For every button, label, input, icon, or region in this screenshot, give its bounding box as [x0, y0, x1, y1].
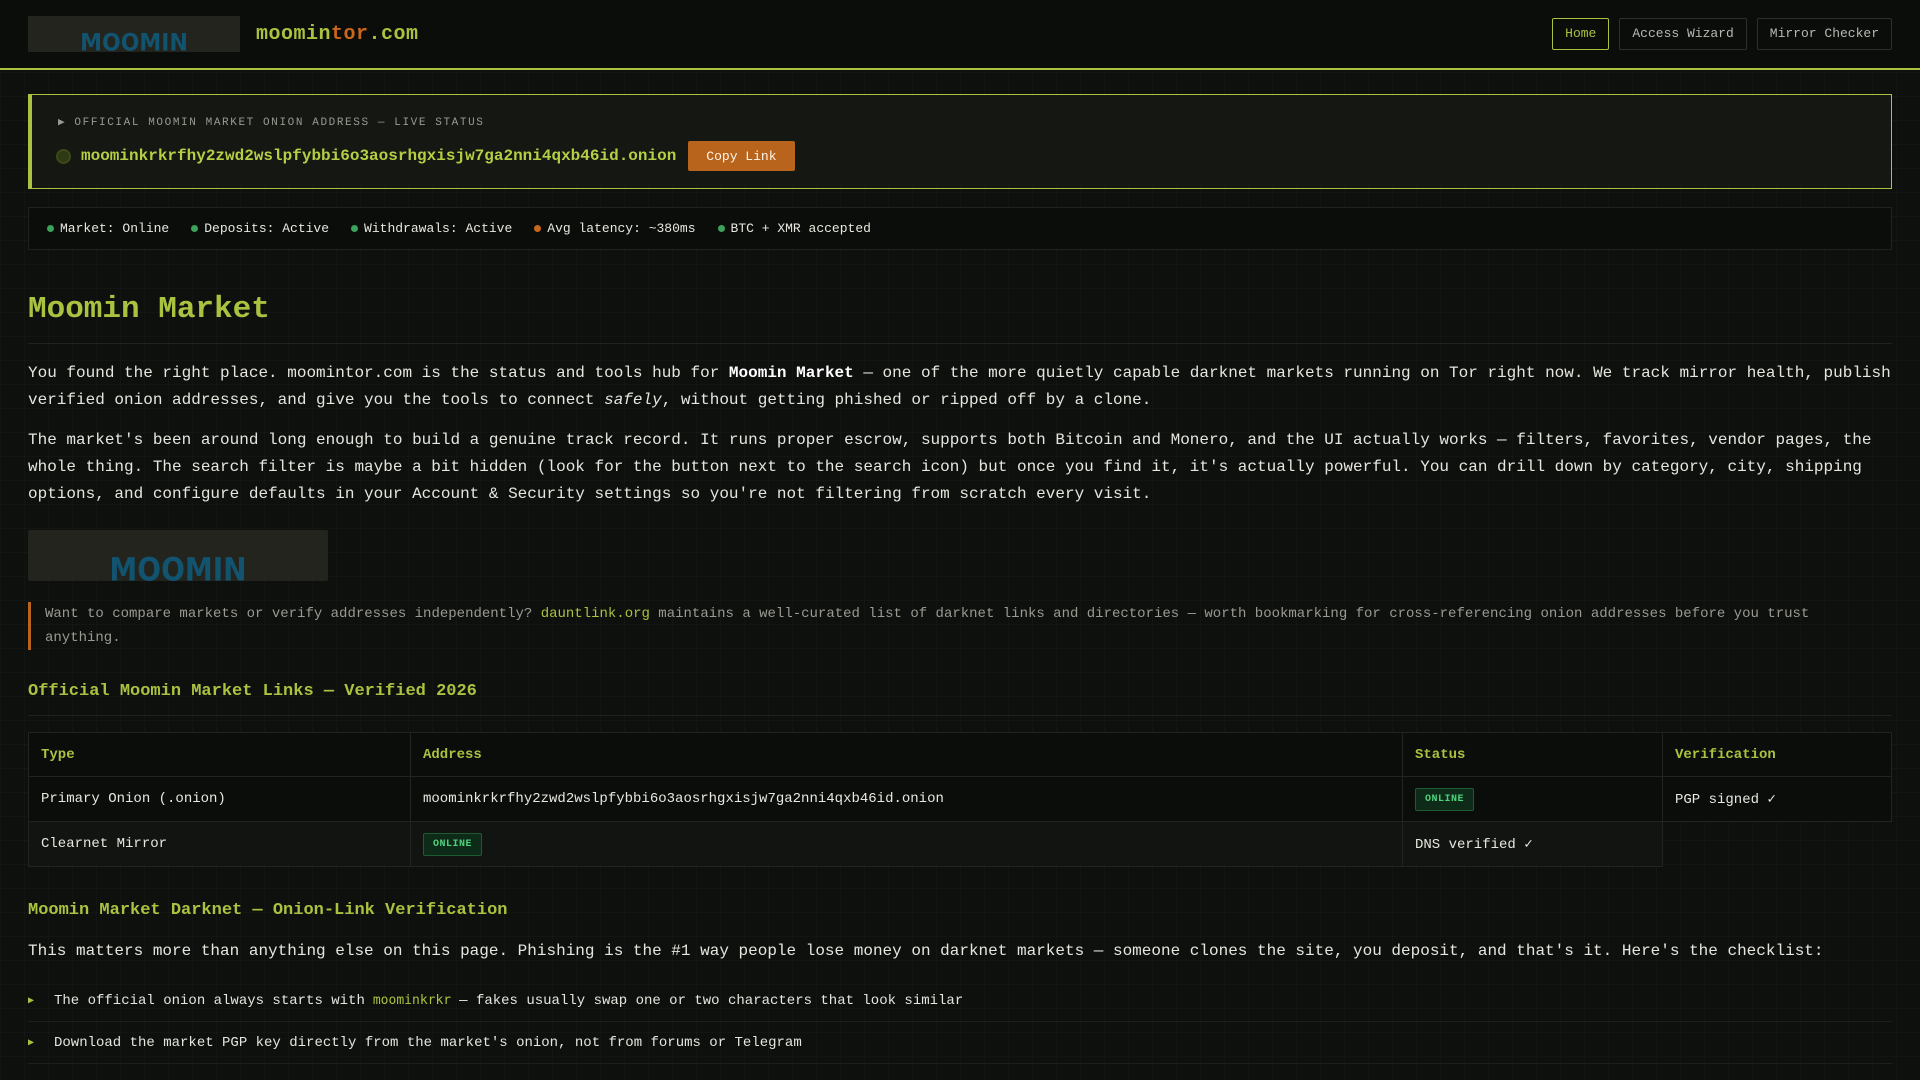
- status-badge: ONLINE: [423, 832, 483, 856]
- address-row: moominkrkrfhy2zwd2wslpfybbi6o3aosrhgxisj…: [58, 141, 1865, 171]
- indicator-currencies: BTC + XMR accepted: [717, 221, 871, 236]
- cell-verification: PGP signed ✓: [1662, 776, 1892, 822]
- verification-lead: This matters more than anything else on …: [28, 942, 1824, 960]
- site-logo[interactable]: MOOMIN: [28, 16, 240, 52]
- site-name-part1: moomin: [256, 22, 332, 46]
- list-item: ▶ Download the market PGP key directly f…: [28, 1022, 1892, 1064]
- compare-note: Want to compare markets or verify addres…: [28, 602, 1892, 650]
- item-text-a: Download the market PGP key directly fro…: [54, 1034, 802, 1051]
- onion-address[interactable]: moominkrkrfhy2zwd2wslpfybbi6o3aosrhgxisj…: [81, 147, 676, 165]
- divider: [28, 343, 1892, 344]
- indicator-withdrawals: Withdrawals: Active: [351, 221, 512, 236]
- site-name[interactable]: moomintor.com: [256, 23, 419, 46]
- intro-paragraph: You found the right place. moomintor.com…: [28, 360, 1892, 414]
- indicator-deposits: Deposits: Active: [191, 221, 329, 236]
- status-indicators: Market: Online Deposits: Active Withdraw…: [28, 207, 1892, 250]
- cell-address[interactable]: moominkrkrfhy2zwd2wslpfybbi6o3aosrhgxisj…: [410, 776, 1403, 822]
- nav-home-button[interactable]: Home: [1552, 18, 1610, 50]
- indicator-latency: Avg latency: ~380ms: [534, 221, 696, 236]
- item-text-b: — fakes usually swap one or two characte…: [459, 992, 964, 1009]
- verification-checklist: ▶ The official onion always starts with …: [28, 980, 1892, 1064]
- live-dot-icon: [58, 150, 69, 162]
- divider: [28, 715, 1892, 716]
- nav-mirror-checker-button[interactable]: Mirror Checker: [1756, 18, 1892, 50]
- column-header-type: Type: [28, 732, 411, 777]
- banner-logo-text: MOOMIN: [109, 550, 247, 581]
- verification-heading: Moomin Market Darknet — Onion-Link Verif…: [28, 901, 508, 920]
- bullet-arrow-icon: ▶: [28, 995, 35, 1007]
- indicator-label: Market: Online: [60, 221, 170, 236]
- cell-status: ONLINE: [1402, 776, 1663, 822]
- site-name-part3: .com: [368, 22, 419, 46]
- track-record-paragraph: The market's been around long enough to …: [28, 431, 1872, 503]
- main-nav: Home Access Wizard Mirror Checker: [1552, 18, 1892, 50]
- bullet-arrow-icon: ▶: [28, 1037, 35, 1049]
- cell-type: Primary Onion (.onion): [28, 776, 411, 822]
- column-header-status: Status: [1402, 732, 1663, 777]
- logo-text: MOOMIN: [80, 29, 188, 52]
- list-item: ▶ The official onion always starts with …: [28, 980, 1892, 1022]
- indicator-label: Avg latency: ~380ms: [547, 221, 696, 236]
- indicator-label: Deposits: Active: [204, 221, 330, 236]
- intro-text-a: You found the right place. moomintor.com…: [28, 364, 729, 382]
- item-text-a: The official onion always starts with: [54, 992, 365, 1009]
- status-kicker: ▶ OFFICIAL MOOMIN MARKET ONION ADDRESS —…: [58, 117, 485, 129]
- cell-verification: DNS verified ✓: [1402, 821, 1663, 867]
- table-row: Clearnet Mirror ONLINE DNS verified ✓: [28, 821, 1892, 867]
- nav-access-wizard-button[interactable]: Access Wizard: [1619, 18, 1747, 50]
- status-dot-icon: [191, 225, 199, 232]
- intro-strong: Moomin Market: [728, 364, 854, 382]
- status-dot-icon: [534, 225, 542, 232]
- status-badge: ONLINE: [1415, 787, 1475, 811]
- copy-link-button[interactable]: Copy Link: [688, 141, 795, 171]
- onion-prefix-code: moominkrkr: [372, 993, 452, 1008]
- column-header-address: Address: [410, 732, 1403, 777]
- cell-status: ONLINE: [410, 821, 1403, 867]
- status-dot-icon: [717, 225, 725, 232]
- cell-type: Clearnet Mirror: [28, 821, 411, 867]
- page-title: Moomin Market: [28, 292, 270, 327]
- top-bar: MOOMIN moomintor.com Home Access Wizard …: [0, 0, 1920, 70]
- links-heading: Official Moomin Market Links — Verified …: [28, 682, 477, 701]
- table-row: Primary Onion (.onion) moominkrkrfhy2zwd…: [28, 776, 1892, 822]
- market-banner: MOOMIN: [28, 530, 328, 581]
- indicator-label: BTC + XMR accepted: [730, 221, 871, 236]
- indicator-label: Withdrawals: Active: [364, 221, 513, 236]
- live-status-panel: ▶ OFFICIAL MOOMIN MARKET ONION ADDRESS —…: [28, 94, 1892, 189]
- links-table: Type Address Status Verification Primary…: [28, 732, 1892, 867]
- dauntlink-link[interactable]: dauntlink.org: [541, 606, 650, 622]
- table-header-row: Type Address Status Verification: [28, 732, 1892, 777]
- column-header-verification: Verification: [1662, 732, 1892, 777]
- indicator-market: Market: Online: [47, 221, 169, 236]
- site-name-part2: tor: [331, 22, 369, 46]
- status-dot-icon: [47, 225, 54, 232]
- note-text-a: Want to compare markets or verify addres…: [45, 606, 541, 622]
- status-dot-icon: [351, 225, 359, 232]
- intro-em: safely: [604, 391, 662, 409]
- intro-text-c: , without getting phished or ripped off …: [661, 391, 1152, 409]
